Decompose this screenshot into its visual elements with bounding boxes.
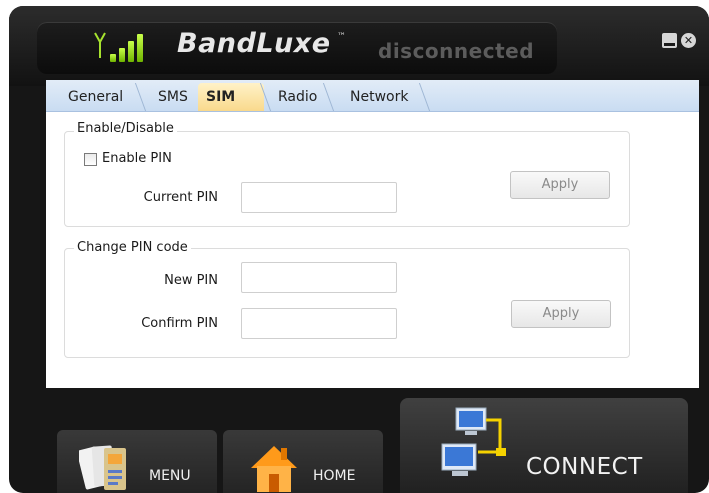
trademark: ™ (337, 32, 346, 42)
brand-logo: BandLuxe (177, 28, 331, 59)
tab-separator (418, 83, 431, 111)
tab-separator (134, 83, 147, 111)
tab-radio[interactable]: Radio (270, 83, 328, 111)
current-pin-input[interactable] (241, 182, 397, 213)
change-pin-legend: Change PIN code (74, 240, 191, 255)
tab-bar: General SMS SIM Radio Network (46, 80, 699, 112)
new-pin-input[interactable] (241, 262, 397, 293)
confirm-pin-label: Confirm PIN (141, 316, 218, 331)
tab-general[interactable]: General (60, 83, 130, 111)
signal-strength-icon (94, 28, 154, 62)
home-icon (251, 446, 297, 492)
enable-pin-checkbox[interactable] (84, 153, 97, 166)
connect-label: CONNECT (526, 454, 643, 480)
confirm-pin-input[interactable] (241, 308, 397, 339)
menu-button[interactable]: MENU (57, 430, 217, 493)
tab-sim[interactable]: SIM (198, 83, 264, 111)
sim-settings-panel: General SMS SIM Radio Network Enable/Dis… (46, 80, 699, 388)
new-pin-label: New PIN (164, 273, 218, 288)
connection-status: disconnected (378, 39, 535, 63)
connect-button[interactable]: CONNECT (400, 398, 688, 493)
apply-button-enable[interactable]: Apply (510, 171, 610, 199)
menu-cards-icon (79, 445, 126, 490)
enable-pin-label: Enable PIN (102, 151, 172, 166)
tab-sms[interactable]: SMS (150, 83, 198, 111)
current-pin-label: Current PIN (143, 190, 218, 205)
close-icon[interactable]: ✕ (681, 33, 696, 48)
minimize-icon[interactable] (662, 33, 677, 48)
home-label: HOME (313, 468, 356, 484)
enable-disable-legend: Enable/Disable (74, 121, 177, 136)
apply-button-change-pin[interactable]: Apply (511, 300, 611, 328)
home-button[interactable]: HOME (223, 430, 383, 493)
menu-label: MENU (149, 468, 191, 484)
tab-network[interactable]: Network (342, 83, 420, 111)
network-computers-icon (441, 407, 506, 476)
